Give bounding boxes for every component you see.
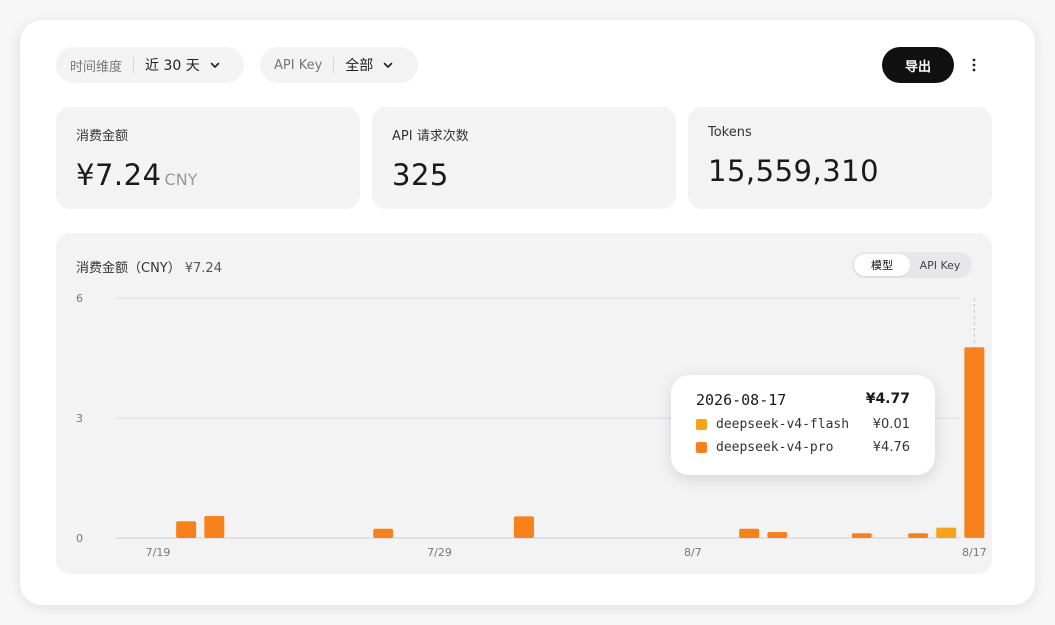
y-tick-label: 6	[76, 292, 83, 305]
tooltip-row-flash: deepseek-v4-flash ¥0.01	[696, 417, 910, 432]
x-tick-label: 7/29	[427, 546, 452, 559]
tooltip-date: 2026-08-17	[696, 391, 787, 409]
stat-cost: 消费金额 ¥7.24 CNY	[56, 107, 360, 209]
stat-requests-label: API 请求次数	[392, 129, 469, 144]
export-button[interactable]: 导出	[882, 47, 954, 83]
stat-tokens-label: Tokens	[708, 125, 752, 140]
chevron-down-icon	[382, 59, 394, 71]
flash-swatch	[696, 419, 707, 430]
stat-cost-value: ¥7.24	[76, 158, 162, 192]
tooltip-series-value: ¥0.01	[872, 417, 910, 432]
bar-deepseek-v4-pro	[739, 528, 760, 538]
tooltip-series-value: ¥4.76	[872, 440, 910, 455]
bar-deepseek-v4-pro	[851, 533, 872, 538]
bar-deepseek-v4-pro	[908, 533, 929, 538]
stat-tokens-value: 15,559,310	[708, 154, 880, 188]
tooltip-series-name: deepseek-v4-pro	[716, 440, 834, 455]
divider	[333, 57, 335, 73]
api-key-label: API Key	[274, 57, 323, 73]
pro-swatch	[696, 442, 707, 453]
bar-deepseek-v4-pro	[176, 521, 197, 538]
bar-deepseek-v4-flash	[936, 527, 957, 538]
bar-deepseek-v4-pro	[373, 528, 394, 538]
tooltip-header: 2026-08-17 ¥4.77	[696, 391, 910, 409]
usage-card: 时间维度 近 30 天 API Key 全部 导出 消费金额 ¥7.24 CNY …	[20, 20, 1035, 605]
time-range-select[interactable]: 时间维度 近 30 天	[56, 47, 244, 83]
api-key-value: 全部	[345, 58, 374, 74]
tooltip-total: ¥4.77	[865, 391, 910, 407]
time-range-label: 时间维度	[70, 59, 123, 75]
time-range-value: 近 30 天	[145, 58, 200, 74]
x-tick-label: 7/19	[146, 546, 171, 559]
x-tick-label: 8/17	[962, 546, 987, 559]
stat-tokens: Tokens 15,559,310	[688, 107, 992, 209]
y-tick-label: 3	[76, 412, 83, 425]
bar-deepseek-v4-pro	[513, 516, 534, 538]
tooltip-row-pro: deepseek-v4-pro ¥4.76	[696, 440, 910, 455]
tooltip-series-name: deepseek-v4-flash	[716, 417, 850, 432]
stat-requests-value: 325	[392, 158, 449, 192]
api-key-select[interactable]: API Key 全部	[260, 47, 418, 83]
divider	[133, 57, 135, 73]
chart-tooltip: 2026-08-17 ¥4.77 deepseek-v4-flash ¥0.01…	[671, 375, 935, 475]
stat-requests: API 请求次数 325	[372, 107, 676, 209]
y-tick-label: 0	[76, 532, 83, 545]
x-tick-label: 8/7	[684, 546, 702, 559]
more-options-icon[interactable]	[964, 50, 984, 80]
stat-cost-unit: CNY	[164, 170, 198, 189]
chevron-down-icon	[209, 59, 221, 71]
stat-cost-label: 消费金额	[76, 129, 129, 144]
bar-deepseek-v4-pro	[204, 516, 225, 538]
stat-cost-value-row: ¥7.24 CNY	[76, 158, 340, 192]
bar-deepseek-v4-pro	[767, 532, 788, 538]
bar-deepseek-v4-pro	[964, 347, 985, 538]
